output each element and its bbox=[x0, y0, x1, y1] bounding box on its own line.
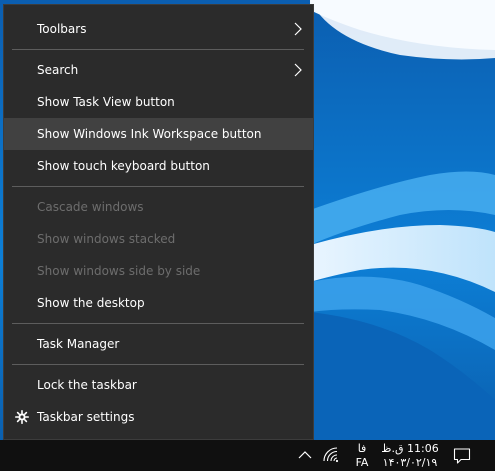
menu-separator bbox=[12, 49, 304, 50]
gear-icon bbox=[15, 410, 29, 424]
menu-item-cascade-windows: Cascade windows bbox=[4, 191, 313, 223]
menu-separator bbox=[12, 364, 304, 365]
menu-item-toolbars[interactable]: Toolbars bbox=[4, 13, 313, 45]
menu-item-task-manager[interactable]: Task Manager bbox=[4, 328, 313, 360]
clock-time[interactable]: 11:06 ق.ظ bbox=[381, 442, 439, 455]
menu-item-label: Search bbox=[37, 63, 79, 77]
menu-item-label: Lock the taskbar bbox=[37, 378, 137, 392]
menu-item-label: Cascade windows bbox=[37, 200, 144, 214]
chevron-right-icon bbox=[294, 22, 302, 36]
menu-item-show-windows-side-by-side: Show windows side by side bbox=[4, 255, 313, 287]
menu-separator bbox=[12, 323, 304, 324]
menu-item-show-task-view-button[interactable]: Show Task View button bbox=[4, 86, 313, 118]
desktop[interactable]: Toolbars Search Show Task View button Sh… bbox=[0, 0, 495, 471]
menu-item-label: Taskbar settings bbox=[37, 410, 135, 424]
menu-item-label: Show the desktop bbox=[37, 296, 145, 310]
wifi-icon[interactable] bbox=[321, 447, 339, 463]
clock-date[interactable]: ۱۴۰۳/۰۲/۱۹ bbox=[381, 456, 439, 469]
chevron-right-icon bbox=[294, 63, 302, 77]
menu-item-taskbar-settings[interactable]: Taskbar settings bbox=[4, 401, 313, 433]
menu-item-label: Task Manager bbox=[37, 337, 120, 351]
menu-item-lock-the-taskbar[interactable]: Lock the taskbar bbox=[4, 369, 313, 401]
menu-item-label: Show touch keyboard button bbox=[37, 159, 210, 173]
menu-item-show-windows-stacked: Show windows stacked bbox=[4, 223, 313, 255]
menu-item-show-touch-keyboard-button[interactable]: Show touch keyboard button bbox=[4, 150, 313, 182]
menu-item-label: Show Windows Ink Workspace button bbox=[37, 127, 262, 141]
menu-item-show-windows-ink-workspace-button[interactable]: Show Windows Ink Workspace button bbox=[4, 118, 313, 150]
menu-item-label: Show windows stacked bbox=[37, 232, 176, 246]
taskbar[interactable]: فا FA 11:06 ق.ظ ۱۴۰۳/۰۲/۱۹ bbox=[0, 440, 495, 471]
menu-item-search[interactable]: Search bbox=[4, 54, 313, 86]
notification-icon[interactable] bbox=[453, 447, 471, 465]
taskbar-context-menu: Toolbars Search Show Task View button Sh… bbox=[3, 4, 314, 440]
menu-item-label: Show windows side by side bbox=[37, 264, 201, 278]
input-language-indicator[interactable]: فا bbox=[354, 442, 370, 455]
menu-item-label: Show Task View button bbox=[37, 95, 175, 109]
chevron-up-icon[interactable] bbox=[297, 448, 313, 462]
menu-item-label: Toolbars bbox=[37, 22, 87, 36]
menu-item-show-the-desktop[interactable]: Show the desktop bbox=[4, 287, 313, 319]
input-language-code[interactable]: FA bbox=[352, 456, 372, 469]
menu-separator bbox=[12, 186, 304, 187]
